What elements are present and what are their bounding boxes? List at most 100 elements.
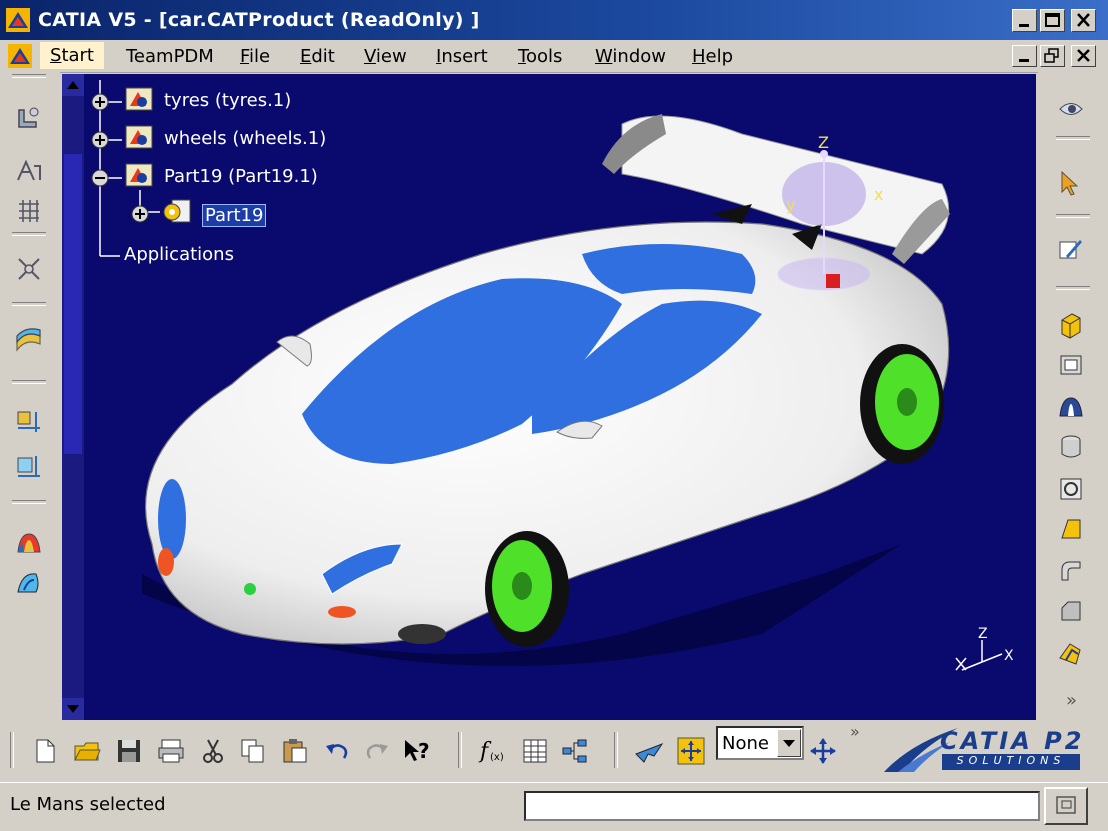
scroll-thumb[interactable]	[64, 154, 82, 454]
redo-icon[interactable]	[362, 736, 392, 766]
select-arrow-icon[interactable]	[1056, 168, 1086, 198]
tree-node-part19-instance[interactable]: Part19 (Part19.1)	[164, 166, 318, 187]
menu-edit[interactable]: Edit	[300, 46, 335, 67]
svg-text:?: ?	[418, 739, 430, 763]
tree-scrollbar[interactable]	[62, 74, 84, 720]
undo-icon[interactable]	[322, 736, 352, 766]
right-toolbar-more[interactable]: »	[1066, 690, 1077, 711]
toolbar-separator	[10, 732, 14, 768]
tree-node-part19-selected[interactable]: Part19	[202, 204, 267, 227]
minimize-window-button[interactable]	[1012, 9, 1037, 32]
collapse-minus-icon[interactable]	[90, 168, 110, 188]
grid-icon[interactable]	[14, 196, 44, 226]
cut-icon[interactable]	[198, 736, 228, 766]
svg-text:(x): (x)	[490, 752, 504, 763]
maximize-icon	[1045, 13, 1060, 27]
menu-teampdm[interactable]: TeamPDM	[126, 46, 214, 67]
menu-window[interactable]: Window	[595, 46, 666, 67]
menu-start[interactable]: Start	[40, 42, 104, 69]
hole-icon[interactable]	[1056, 432, 1086, 462]
pocket-icon[interactable]	[1056, 350, 1086, 380]
compass-z-label: Z	[818, 133, 829, 152]
sketcher-icon[interactable]	[14, 102, 44, 132]
new-file-icon[interactable]	[30, 736, 60, 766]
toolbar-separator	[614, 732, 618, 768]
expand-plus-icon[interactable]	[130, 204, 150, 224]
brand-tagline-box: SOLUTIONS	[942, 754, 1080, 770]
document-minimize-button[interactable]	[1012, 45, 1037, 67]
menu-tools[interactable]: Tools	[518, 46, 562, 67]
open-folder-icon[interactable]	[72, 736, 102, 766]
menu-file[interactable]: File	[240, 46, 270, 67]
knowledge-tree-icon[interactable]	[560, 736, 590, 766]
close-icon	[1077, 49, 1090, 62]
save-disk-icon[interactable]	[114, 736, 144, 766]
boolean-icon[interactable]	[1056, 638, 1086, 668]
power-input-field[interactable]	[524, 791, 1040, 821]
scroll-down-button[interactable]	[62, 698, 84, 720]
window-title: CATIA V5 - [car.CATProduct (ReadOnly) ]	[38, 9, 480, 31]
axis-triad: Z X	[955, 626, 1014, 671]
toolbar-separator	[1056, 136, 1090, 140]
menu-view[interactable]: View	[364, 46, 407, 67]
paste-icon[interactable]	[280, 736, 310, 766]
compass-y-label: y	[786, 195, 795, 214]
fillet-icon[interactable]	[1056, 556, 1086, 586]
chamfer-icon[interactable]	[1056, 596, 1086, 626]
pad-icon[interactable]	[1056, 310, 1086, 340]
draft-icon[interactable]	[1056, 514, 1086, 544]
analysis-icon[interactable]	[14, 406, 44, 436]
maximize-window-button[interactable]	[1040, 9, 1065, 32]
fit-all-in-icon[interactable]	[676, 736, 706, 766]
tree-node-wheels[interactable]: wheels (wheels.1)	[164, 128, 326, 149]
chevron-down-icon	[783, 740, 795, 747]
triad-z-label: Z	[978, 626, 988, 642]
fly-mode-icon[interactable]	[634, 736, 664, 766]
filter-select[interactable]: None	[716, 726, 804, 760]
catia-p2-brand: CATIA P2 SOLUTIONS	[880, 722, 1100, 780]
expand-plus-icon[interactable]	[90, 92, 110, 112]
print-icon[interactable]	[156, 736, 186, 766]
menu-help[interactable]: Help	[692, 46, 733, 67]
expand-plus-icon[interactable]	[90, 130, 110, 150]
shading-icon[interactable]	[14, 528, 44, 558]
fit-all-icon[interactable]	[14, 254, 44, 284]
part-icon	[125, 87, 153, 111]
pan-icon[interactable]	[808, 736, 838, 766]
3d-viewport[interactable]: Z x y Z X tyres (tyres.1) wheels (wheels…	[62, 74, 1036, 720]
minimize-icon	[1019, 59, 1029, 62]
menu-insert[interactable]: Insert	[436, 46, 488, 67]
filter-select-value: None	[722, 733, 769, 754]
document-close-button[interactable]	[1071, 45, 1096, 67]
surface-icon[interactable]	[14, 324, 44, 354]
shaft-icon[interactable]	[1056, 392, 1086, 422]
constraint-icon[interactable]	[14, 156, 44, 186]
whats-this-help-icon[interactable]: ?	[402, 736, 432, 766]
status-message: Le Mans selected	[10, 794, 166, 815]
bottom-toolbar-more[interactable]: »	[850, 722, 860, 741]
part-icon	[125, 163, 153, 187]
close-window-button[interactable]	[1071, 9, 1096, 32]
filter-select-dropdown-button[interactable]	[777, 729, 801, 757]
copy-icon[interactable]	[238, 736, 268, 766]
right-toolbar: »	[1038, 72, 1108, 722]
scroll-up-button[interactable]	[62, 74, 84, 96]
tree-node-tyres[interactable]: tyres (tyres.1)	[164, 90, 291, 111]
minimize-icon	[1019, 24, 1029, 27]
formula-icon[interactable]: f (x)	[478, 736, 508, 766]
tree-node-applications[interactable]: Applications	[124, 244, 234, 265]
document-logo-icon	[8, 44, 32, 68]
power-input-button[interactable]	[1044, 787, 1088, 825]
document-restore-button[interactable]	[1040, 45, 1065, 67]
title-bar: CATIA V5 - [car.CATProduct (ReadOnly) ]	[0, 0, 1108, 40]
view-eye-icon[interactable]	[1056, 94, 1086, 124]
measure-icon[interactable]	[14, 450, 44, 480]
brand-tagline: SOLUTIONS	[956, 754, 1066, 767]
render-icon[interactable]	[14, 568, 44, 598]
close-icon	[1077, 13, 1090, 27]
part-icon	[125, 125, 153, 149]
toolbar-separator	[12, 232, 46, 236]
shell-icon[interactable]	[1056, 474, 1086, 504]
sketch-icon[interactable]	[1056, 234, 1086, 264]
table-icon[interactable]	[520, 736, 550, 766]
